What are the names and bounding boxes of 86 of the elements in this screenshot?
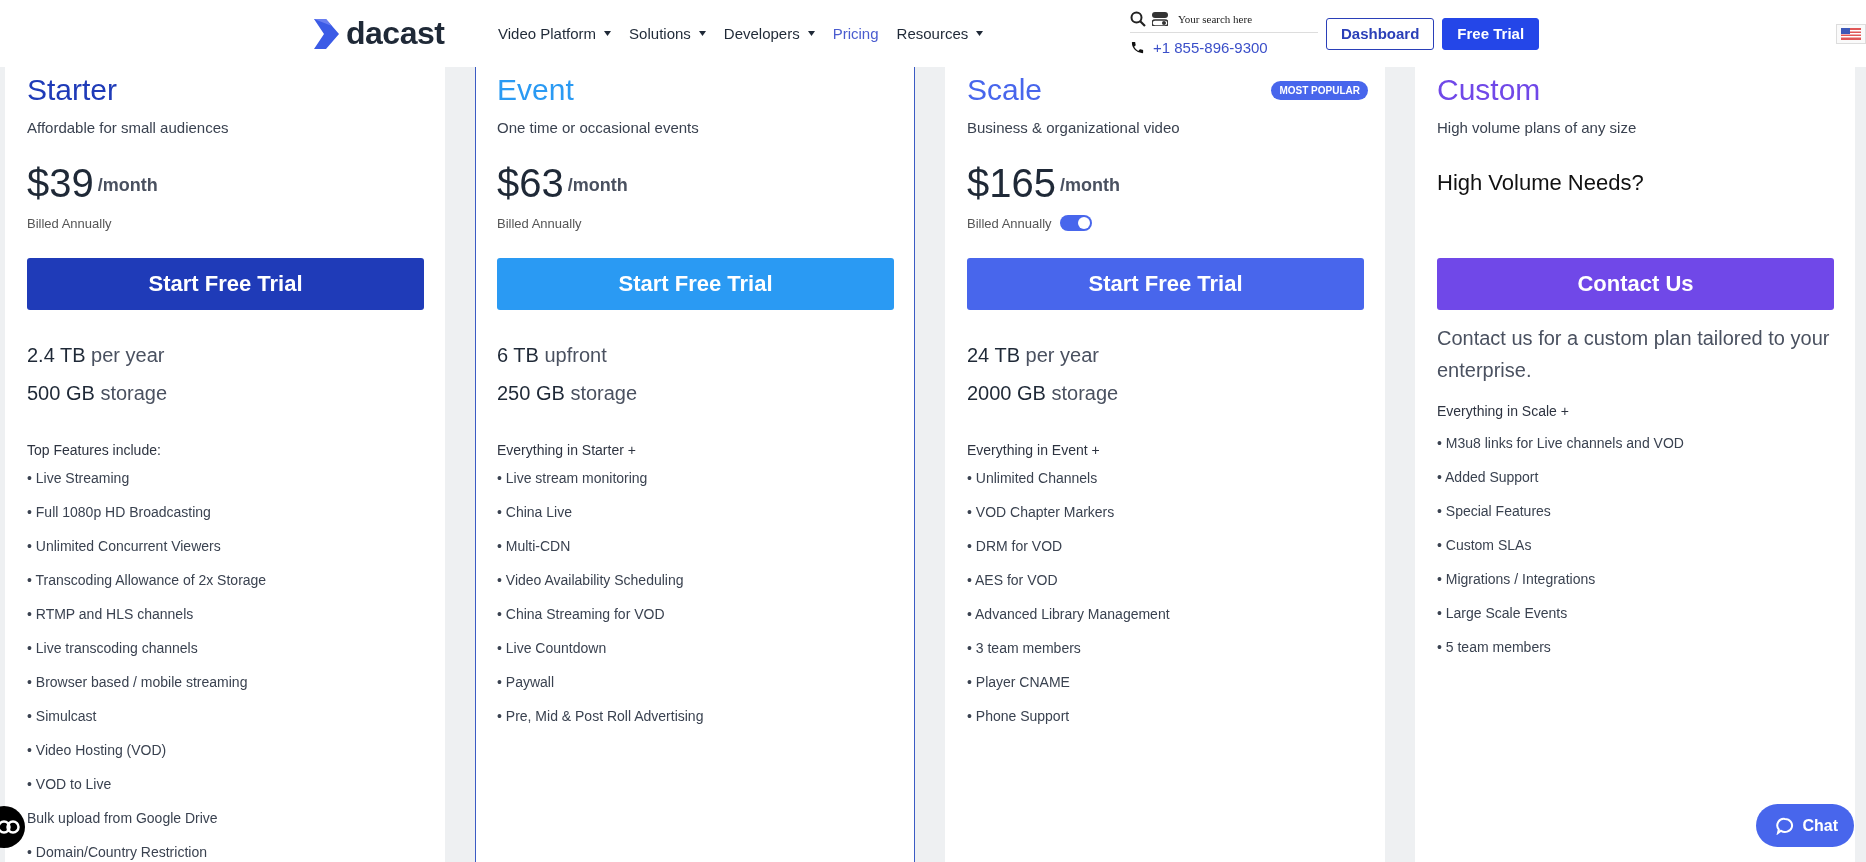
toggle-icon[interactable] — [1152, 12, 1168, 26]
nav-link[interactable]: Developers — [723, 25, 815, 42]
feature-item: • 5 team members — [1437, 638, 1552, 657]
billing-note: Billed Annually — [27, 215, 112, 231]
logo-text[interactable]: dacast — [346, 15, 445, 52]
feature-item: • Domain/Country Restriction — [27, 843, 208, 862]
price-period: /month — [567, 174, 628, 196]
feature-item: • Migrations / Integrations — [1437, 570, 1597, 589]
feature-item: • Live stream monitoring — [497, 469, 649, 488]
feature-item: • Pre, Mid & Post Roll Advertising — [497, 707, 705, 726]
plan-description: Contact us for a custom plan tailored to your enterprise. — [1437, 326, 1831, 383]
logo-icon — [312, 18, 340, 49]
plan-tagline: One time or occasional events — [497, 118, 700, 138]
plan-allowance: 500 GB storage — [27, 381, 169, 406]
price-amount: $39 — [27, 160, 94, 206]
feature-item: • China Streaming for VOD — [497, 605, 666, 624]
feature-item: • VOD to Live — [27, 775, 113, 794]
nav-link[interactable]: Resources — [896, 25, 984, 42]
nav-link[interactable]: Pricing — [832, 25, 879, 42]
plan-allowance: 2000 GB storage — [967, 381, 1120, 406]
plan-allowance: 250 GB storage — [497, 381, 639, 406]
feature-item: • Live Countdown — [497, 639, 608, 658]
plan-allowance: 24 TB per year — [967, 343, 1100, 368]
plan-tagline: Affordable for small audiences — [27, 118, 230, 138]
dashboard-button[interactable]: Dashboard — [1326, 17, 1435, 50]
phone-link[interactable]: +1 855-896-9300 — [1153, 39, 1268, 56]
feature-item: Bulk upload from Google Drive — [27, 809, 219, 828]
trial-button[interactable]: Start Free Trial — [967, 258, 1364, 310]
feature-item: • Custom SLAs — [1437, 536, 1533, 555]
contact-button[interactable]: Contact Us — [1437, 258, 1834, 310]
plan-title: Starter — [27, 72, 118, 108]
flag-icon[interactable] — [1836, 23, 1866, 44]
feature-item: • Video Hosting (VOD) — [27, 741, 168, 760]
billing-note: Billed Annually — [497, 215, 582, 231]
plan-title: Custom — [1437, 72, 1541, 108]
trial-button[interactable]: Start Free Trial — [27, 258, 424, 310]
feature-item: • Phone Support — [967, 707, 1071, 726]
features-heading: Everything in Scale + — [1437, 402, 1570, 421]
feature-item: • Advanced Library Management — [967, 605, 1171, 624]
feature-item: • Large Scale Events — [1437, 604, 1569, 623]
price-period: /month — [97, 174, 158, 196]
features-heading: Everything in Starter + — [497, 441, 637, 460]
free-trial-button[interactable]: Free Trial — [1442, 17, 1540, 50]
feature-item: • Video Availability Scheduling — [497, 571, 685, 590]
feature-item: • 3 team members — [967, 639, 1082, 658]
feature-item: • Unlimited Channels — [967, 469, 1099, 488]
billing-toggle[interactable] — [1059, 215, 1092, 231]
feature-item: • China Live — [497, 503, 573, 522]
features-heading: Everything in Event + — [967, 441, 1101, 460]
feature-item: • RTMP and HLS channels — [27, 605, 195, 624]
feature-item: • Transcoding Allowance of 2x Storage — [27, 571, 268, 590]
chat-button[interactable]: Chat — [1756, 804, 1854, 847]
billing-note: Billed Annually — [967, 215, 1052, 231]
popular-badge: MOST POPULAR — [1271, 80, 1368, 100]
plan-title: Event — [497, 72, 574, 108]
feature-item: • AES for VOD — [967, 571, 1059, 590]
feature-item: • M3u8 links for Live channels and VOD — [1437, 434, 1685, 453]
feature-item: • Multi-CDN — [497, 537, 572, 556]
feature-item: • Special Features — [1437, 502, 1552, 521]
feature-item: • VOD Chapter Markers — [967, 503, 1116, 522]
phone-icon — [1130, 40, 1145, 55]
plan-allowance: 2.4 TB per year — [27, 343, 166, 368]
plan-tagline: Business & organizational video — [967, 118, 1181, 138]
chat-bubble-icon — [1776, 816, 1795, 835]
accessibility-icon[interactable] — [0, 819, 21, 835]
plan-title: Scale — [967, 72, 1043, 108]
feature-item: • Browser based / mobile streaming — [27, 673, 249, 692]
feature-item: • Paywall — [497, 673, 556, 692]
feature-item: • Player CNAME — [967, 673, 1071, 692]
feature-item: • Live Streaming — [27, 469, 131, 488]
features-heading: Top Features include: — [27, 441, 162, 460]
price-amount: $165 — [967, 160, 1056, 206]
plan-tagline: High volume plans of any size — [1437, 118, 1638, 138]
feature-item: • Live transcoding channels — [27, 639, 199, 658]
feature-item: • Full 1080p HD Broadcasting — [27, 503, 212, 522]
nav-link[interactable]: Solutions — [629, 25, 706, 42]
feature-item: • DRM for VOD — [967, 537, 1064, 556]
search-icon[interactable] — [1130, 11, 1146, 27]
nav-link[interactable]: Video Platform — [498, 25, 612, 42]
feature-item: • Unlimited Concurrent Viewers — [27, 537, 222, 556]
plan-allowance: 6 TB upfront — [497, 343, 608, 368]
plan-headline: High Volume Needs? — [1437, 170, 1644, 196]
price-period: /month — [1060, 174, 1120, 196]
feature-item: • Added Support — [1437, 468, 1540, 487]
price-amount: $63 — [497, 160, 564, 206]
feature-item: • Simulcast — [27, 707, 98, 726]
